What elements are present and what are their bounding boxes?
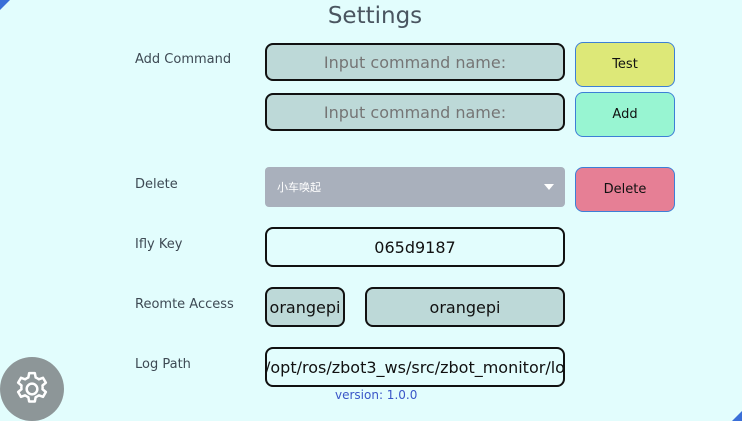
- add-command-label: Add Command: [135, 52, 232, 67]
- test-button[interactable]: Test: [575, 42, 675, 87]
- remote-password-field[interactable]: orangepi: [365, 287, 565, 327]
- ifly-key-field[interactable]: 065d9187: [265, 227, 565, 267]
- page-title: Settings: [327, 3, 423, 29]
- settings-window: Settings Add Command Test Add Delete 小车唤…: [0, 0, 742, 421]
- delete-button[interactable]: Delete: [575, 167, 675, 212]
- ifly-key-value: 065d9187: [374, 237, 456, 257]
- command-name-input-2[interactable]: [265, 93, 565, 131]
- gear-icon: [16, 371, 48, 403]
- command-select-dropdown[interactable]: 小车唤起: [265, 167, 565, 207]
- add-button[interactable]: Add: [575, 92, 675, 137]
- settings-gear-button[interactable]: [0, 357, 64, 421]
- log-path-value: /opt/ros/zbot3_ws/src/zbot_monitor/log/: [265, 357, 565, 377]
- log-path-label: Log Path: [135, 357, 191, 372]
- delete-label: Delete: [135, 177, 178, 192]
- remote-password-value: orangepi: [429, 297, 501, 317]
- version-label: version: 1.0.0: [335, 388, 418, 402]
- caret-down-icon: [544, 184, 554, 190]
- dropdown-selected-value: 小车唤起: [277, 181, 321, 194]
- remote-user-value: orangepi: [269, 297, 341, 317]
- remote-user-field[interactable]: orangepi: [265, 287, 345, 327]
- resize-handle[interactable]: [732, 411, 742, 421]
- ifly-key-label: Ifly Key: [135, 237, 183, 252]
- log-path-field[interactable]: /opt/ros/zbot3_ws/src/zbot_monitor/log/: [265, 347, 565, 387]
- command-name-input-1[interactable]: [265, 43, 565, 81]
- remote-access-label: Reomte Access: [135, 297, 234, 312]
